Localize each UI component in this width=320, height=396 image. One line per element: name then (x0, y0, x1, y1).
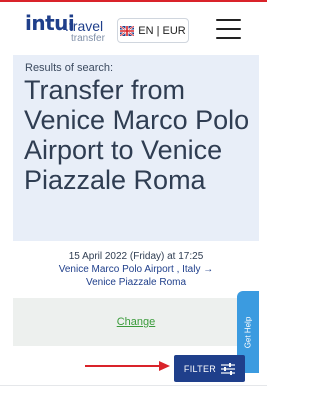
language-currency-label: EN | EUR (138, 24, 186, 37)
logo[interactable]: intui .travel transfer (25, 13, 115, 45)
trip-info: 15 April 2022 (Friday) at 17:25 Venice M… (13, 242, 259, 297)
header: intui .travel transfer EN | EUR (0, 2, 267, 52)
uk-flag-icon (120, 25, 135, 36)
logo-sub-text: transfer (71, 33, 105, 44)
filter-label: FILTER (183, 363, 217, 374)
trip-date: 15 April 2022 (Friday) at 17:25 (68, 251, 204, 262)
red-arrow-right-icon (85, 361, 170, 371)
logo-travel-text: .travel (65, 18, 104, 34)
hamburger-menu-icon[interactable] (216, 19, 241, 41)
divider (0, 385, 267, 386)
get-help-label: Get Help (243, 316, 253, 348)
language-currency-button[interactable]: EN | EUR (117, 18, 189, 43)
filter-button[interactable]: FILTER (174, 355, 245, 382)
trip-route-line-1: Venice Marco Polo Airport , Italy → (58, 264, 214, 275)
results-label: Results of search: (25, 62, 114, 74)
search-results-hero: Results of search: Transfer from Venice … (13, 55, 259, 241)
page-title: Transfer from Venice Marco Polo Airport … (24, 75, 250, 195)
trip-route-line-2: Venice Piazzale Roma (85, 277, 187, 288)
sliders-icon (221, 362, 236, 375)
change-link[interactable]: Change (13, 316, 259, 328)
change-panel: Change (13, 298, 259, 346)
